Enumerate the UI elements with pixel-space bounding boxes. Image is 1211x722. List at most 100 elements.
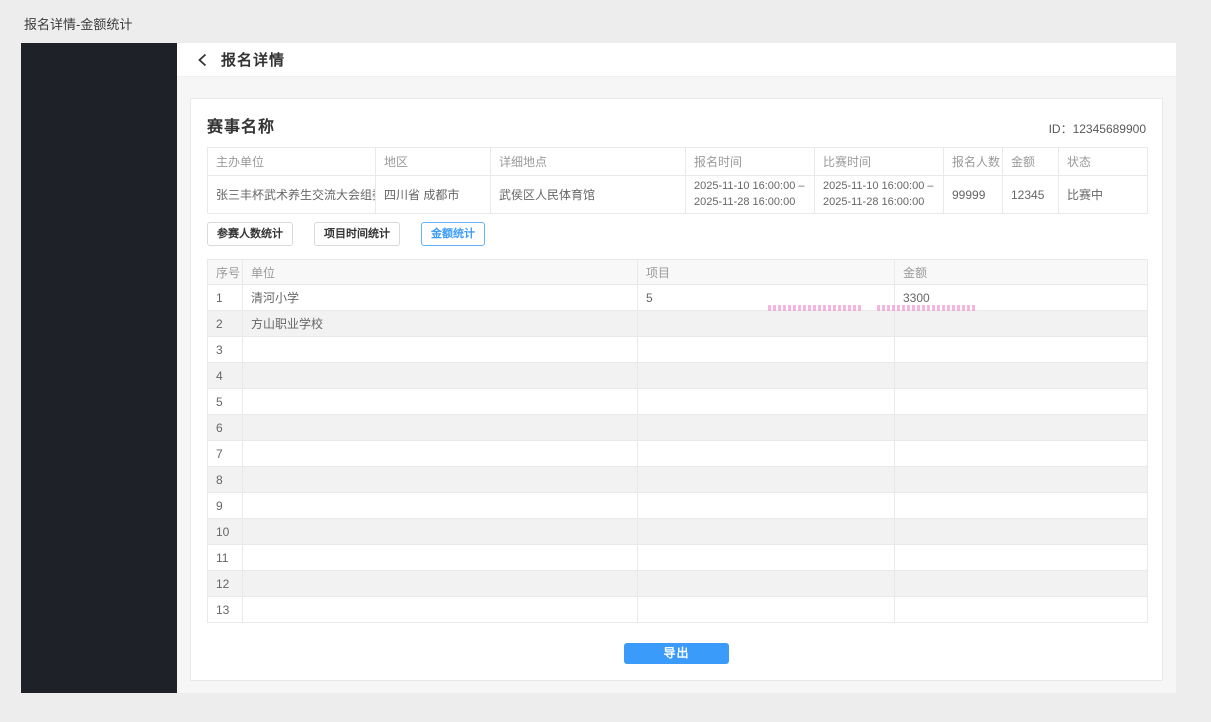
signup-count-value: 99999 [944,176,1003,214]
cell-no: 11 [208,545,243,571]
table-row: 2方山职业学校 [208,311,1148,337]
table-row: 7 [208,441,1148,467]
cell-project [638,311,895,337]
table-row: 8 [208,467,1148,493]
cell-amount [895,311,1148,337]
table-row: 11 [208,545,1148,571]
col-project: 项目 [638,260,895,285]
cell-amount [895,493,1148,519]
cell-amount [895,571,1148,597]
col-index: 序号 [208,260,243,285]
stats-table-wrapper: 序号 单位 项目 金额 1清河小学533002方山职业学校34567891011… [207,259,1146,623]
cell-no: 3 [208,337,243,363]
sidebar [21,43,177,693]
cell-amount [895,441,1148,467]
export-button[interactable]: 导出 [624,643,729,664]
cell-unit [243,415,638,441]
cell-no: 4 [208,363,243,389]
organizer-value: 张三丰杯武术养生交流大会组委会 [208,176,376,214]
main-area: 报名详情 赛事名称 ID：12345689900 主办单位 地区 [177,43,1176,693]
table-row: 4 [208,363,1148,389]
cell-project: 5 [638,285,895,311]
table-row: 10 [208,519,1148,545]
event-info-value-row: 张三丰杯武术养生交流大会组委会 四川省 成都市 武侯区人民体育馆 2025-11… [208,176,1148,214]
cell-amount [895,389,1148,415]
cell-no: 9 [208,493,243,519]
cell-project [638,389,895,415]
cell-unit: 清河小学 [243,285,638,311]
event-name-title: 赛事名称 [207,113,275,137]
cell-no: 8 [208,467,243,493]
signup-time-value: 2025-11-10 16:00:00 – 2025-11-28 16:00:0… [686,176,815,214]
col-match-time: 比赛时间 [815,148,944,176]
back-chevron-icon [195,52,211,68]
tab-amount-stats[interactable]: 金额统计 [421,222,485,246]
tab-participant-count-stats[interactable]: 参赛人数统计 [207,222,293,246]
cell-no: 6 [208,415,243,441]
cell-amount [895,363,1148,389]
cell-project [638,467,895,493]
back-button[interactable] [195,52,211,68]
cell-project [638,597,895,623]
col-money: 金额 [895,260,1148,285]
cell-no: 1 [208,285,243,311]
event-info-header-row: 主办单位 地区 详细地点 报名时间 比赛时间 报名人数 金额 状态 [208,148,1148,176]
col-status: 状态 [1059,148,1148,176]
cell-unit [243,337,638,363]
cell-unit [243,597,638,623]
page-label: 报名详情-金额统计 [24,14,132,33]
amount-value: 12345 [1003,176,1059,214]
col-address: 详细地点 [491,148,686,176]
cell-amount: 3300 [895,285,1148,311]
address-value: 武侯区人民体育馆 [491,176,686,214]
event-info-table: 主办单位 地区 详细地点 报名时间 比赛时间 报名人数 金额 状态 张三丰杯武术… [207,147,1148,214]
cell-no: 10 [208,519,243,545]
cell-no: 5 [208,389,243,415]
cell-amount [895,597,1148,623]
cell-project [638,363,895,389]
col-organizer: 主办单位 [208,148,376,176]
cell-unit [243,441,638,467]
app-frame: 报名详情 赛事名称 ID：12345689900 主办单位 地区 [21,43,1176,693]
event-id-label: ID： [1049,122,1073,136]
cell-project [638,441,895,467]
cell-amount [895,545,1148,571]
card-header: 赛事名称 ID：12345689900 [207,113,1146,137]
cell-no: 13 [208,597,243,623]
cell-unit [243,493,638,519]
cell-unit [243,363,638,389]
amount-stats-table: 序号 单位 项目 金额 1清河小学533002方山职业学校34567891011… [207,259,1148,623]
table-row: 9 [208,493,1148,519]
cell-amount [895,467,1148,493]
export-row: 导出 [207,643,1146,664]
table-row: 13 [208,597,1148,623]
cell-project [638,519,895,545]
region-value: 四川省 成都市 [376,176,491,214]
cell-no: 7 [208,441,243,467]
cell-amount [895,337,1148,363]
cell-unit [243,571,638,597]
page-title: 报名详情 [221,49,285,70]
cell-project [638,571,895,597]
cell-unit [243,467,638,493]
table-row: 1清河小学53300 [208,285,1148,311]
cell-project [638,545,895,571]
cell-unit [243,389,638,415]
cell-unit [243,519,638,545]
cell-project [638,337,895,363]
table-row: 6 [208,415,1148,441]
col-amount: 金额 [1003,148,1059,176]
table-row: 3 [208,337,1148,363]
col-region: 地区 [376,148,491,176]
stats-table-body: 1清河小学533002方山职业学校345678910111213 [208,285,1148,623]
cell-amount [895,519,1148,545]
stats-header-row: 序号 单位 项目 金额 [208,260,1148,285]
event-id-value: 12345689900 [1073,122,1146,136]
cell-no: 2 [208,311,243,337]
table-row: 5 [208,389,1148,415]
tab-project-time-stats[interactable]: 项目时间统计 [314,222,400,246]
cell-amount [895,415,1148,441]
event-id: ID：12345689900 [1049,120,1146,137]
cell-unit: 方山职业学校 [243,311,638,337]
col-unit: 单位 [243,260,638,285]
